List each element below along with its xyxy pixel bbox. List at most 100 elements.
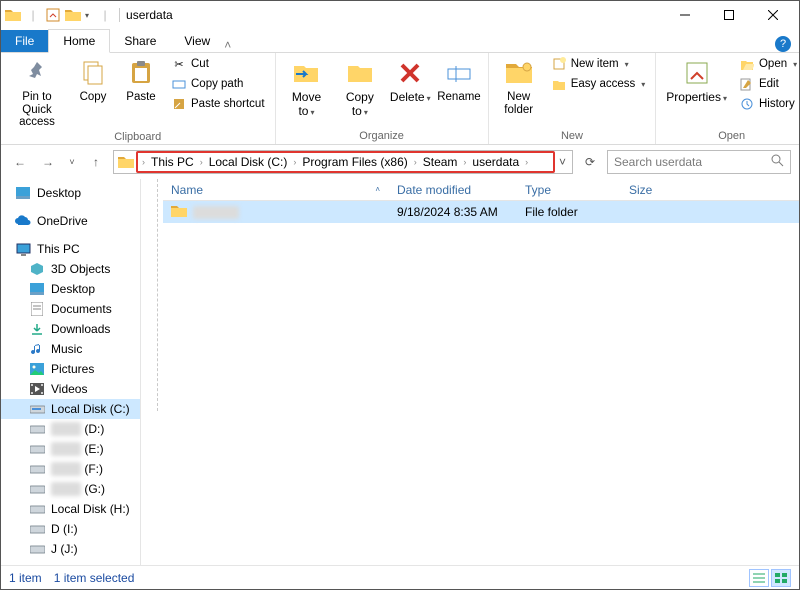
history-button[interactable]: History <box>735 95 800 113</box>
new-folder-label: New folder <box>499 91 539 116</box>
help-icon[interactable]: ? <box>775 36 791 52</box>
nav-tree[interactable]: Desktop OneDrive This PC 3D Objects Desk… <box>1 179 141 565</box>
column-headers: Name˄ Date modified Type Size <box>163 179 799 201</box>
open-icon <box>739 56 755 72</box>
crumb-c[interactable]: Local Disk (C:) <box>205 155 292 169</box>
tree-desktop[interactable]: Desktop <box>1 183 140 203</box>
properties-label: Properties▾ <box>666 91 727 105</box>
properties-button[interactable]: Properties▾ <box>662 55 731 107</box>
copy-button[interactable]: Copy <box>71 55 115 106</box>
tree-documents[interactable]: Documents <box>1 299 140 319</box>
col-type[interactable]: Type <box>517 183 621 197</box>
chevron-right-icon[interactable]: › <box>291 157 298 167</box>
tree-desktop2[interactable]: Desktop <box>1 279 140 299</box>
edit-button[interactable]: Edit <box>735 75 800 93</box>
sort-asc-icon: ˄ <box>375 185 380 194</box>
app-icon <box>5 7 21 23</box>
close-button[interactable] <box>751 1 795 29</box>
group-new-label: New <box>495 130 650 144</box>
pin-label: Pin to Quick access <box>11 91 63 129</box>
chevron-right-icon[interactable]: › <box>198 157 205 167</box>
delete-button[interactable]: Delete▾ <box>388 55 432 107</box>
tree-3d-objects[interactable]: 3D Objects <box>1 259 140 279</box>
chevron-right-icon[interactable]: › <box>461 157 468 167</box>
ribbon-tabs: File Home Share View ˄ ? <box>1 29 799 53</box>
col-date[interactable]: Date modified <box>389 183 517 197</box>
paste-shortcut-button[interactable]: Paste shortcut <box>167 95 269 113</box>
title-bar: | ▾ | userdata <box>1 1 799 29</box>
tree-pictures[interactable]: Pictures <box>1 359 140 379</box>
crumb-userdata[interactable]: userdata <box>468 155 523 169</box>
group-organize: Move to▾ Copy to▾ Delete▾ Rename Organiz… <box>276 53 489 144</box>
up-button[interactable]: ↑ <box>85 151 107 173</box>
paste-button[interactable]: Paste <box>119 55 163 106</box>
cut-button[interactable]: ✂Cut <box>167 55 269 73</box>
rename-icon <box>443 57 475 89</box>
chevron-right-icon[interactable]: › <box>412 157 419 167</box>
ribbon-collapse-icon[interactable]: ˄ <box>224 38 231 52</box>
tree-onedrive[interactable]: OneDrive <box>1 211 140 231</box>
desktop-icon <box>29 281 45 297</box>
chevron-right-icon[interactable]: › <box>523 157 530 167</box>
drive-icon <box>29 481 45 497</box>
qat-dropdown-icon[interactable]: ▾ <box>85 11 89 20</box>
copy-to-label: Copy to▾ <box>339 91 380 118</box>
group-organize-label: Organize <box>282 130 482 144</box>
copy-path-button[interactable]: Copy path <box>167 75 269 93</box>
maximize-button[interactable] <box>707 1 751 29</box>
tree-drive-d[interactable]: xxxxx (D:) <box>1 419 140 439</box>
copy-to-button[interactable]: Copy to▾ <box>335 55 384 120</box>
tree-drive-j[interactable]: J (J:) <box>1 539 140 559</box>
folder-icon[interactable] <box>65 7 81 23</box>
rows: 9/18/2024 8:35 AM File folder <box>163 201 799 565</box>
crumb-steam[interactable]: Steam <box>419 155 462 169</box>
recent-dropdown[interactable]: ˅ <box>65 151 79 173</box>
tab-file[interactable]: File <box>1 30 48 52</box>
tree-downloads[interactable]: Downloads <box>1 319 140 339</box>
tree-this-pc[interactable]: This PC <box>1 239 140 259</box>
col-size[interactable]: Size <box>621 183 691 197</box>
col-name[interactable]: Name˄ <box>163 183 389 197</box>
pin-button[interactable]: Pin to Quick access <box>7 55 67 131</box>
chevron-right-icon[interactable]: › <box>140 157 147 167</box>
view-icons-button[interactable] <box>771 569 791 587</box>
qat-properties-icon[interactable] <box>45 7 61 23</box>
tree-local-disk-c[interactable]: Local Disk (C:) <box>1 399 140 419</box>
new-item-button[interactable]: New item▾ <box>547 55 650 73</box>
drive-icon <box>29 461 45 477</box>
drive-icon <box>29 401 45 417</box>
drive-icon <box>29 441 45 457</box>
group-clipboard: Pin to Quick access Copy Paste ✂Cut Copy… <box>1 53 276 144</box>
tree-drive-f[interactable]: xxxxx (F:) <box>1 459 140 479</box>
refresh-button[interactable]: ⟳ <box>579 150 601 174</box>
tree-videos[interactable]: Videos <box>1 379 140 399</box>
delete-icon <box>394 57 426 89</box>
file-row[interactable]: 9/18/2024 8:35 AM File folder <box>163 201 799 223</box>
forward-button[interactable]: → <box>37 151 59 173</box>
back-button[interactable]: ← <box>9 151 31 173</box>
crumb-this-pc[interactable]: This PC <box>147 155 198 169</box>
address-dropdown-icon[interactable]: ˅ <box>555 155 570 169</box>
tab-home[interactable]: Home <box>48 29 110 53</box>
search-box[interactable]: Search userdata <box>607 150 791 174</box>
tree-drive-h[interactable]: Local Disk (H:) <box>1 499 140 519</box>
crumb-program-files[interactable]: Program Files (x86) <box>298 155 411 169</box>
tree-drive-g[interactable]: xxxxx (G:) <box>1 479 140 499</box>
tree-drive-i[interactable]: D (I:) <box>1 519 140 539</box>
address-bar[interactable]: › This PC › Local Disk (C:) › Program Fi… <box>113 150 573 174</box>
view-details-button[interactable] <box>749 569 769 587</box>
new-folder-button[interactable]: New folder <box>495 55 543 118</box>
tree-music[interactable]: Music <box>1 339 140 359</box>
copy-icon <box>77 57 109 89</box>
music-icon <box>29 341 45 357</box>
move-to-button[interactable]: Move to▾ <box>282 55 332 120</box>
open-button[interactable]: Open▾ <box>735 55 800 73</box>
paste-label: Paste <box>126 91 155 104</box>
minimize-button[interactable] <box>663 1 707 29</box>
easy-access-button[interactable]: Easy access▾ <box>547 75 650 93</box>
cell-date: 9/18/2024 8:35 AM <box>389 205 517 219</box>
rename-button[interactable]: Rename <box>436 55 481 106</box>
tree-drive-e[interactable]: xxxxx (E:) <box>1 439 140 459</box>
tab-view[interactable]: View <box>170 30 224 52</box>
tab-share[interactable]: Share <box>110 30 170 52</box>
